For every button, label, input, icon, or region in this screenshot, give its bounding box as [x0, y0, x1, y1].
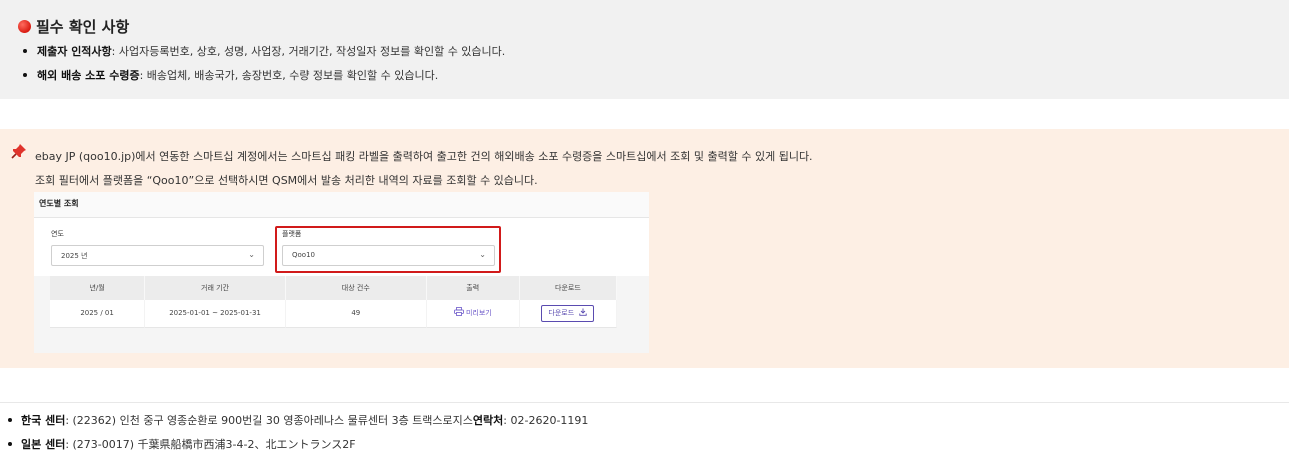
bullet-icon [8, 442, 12, 446]
contact-label: 연락처 [472, 414, 504, 427]
notice-title: 필수 확인 사항 [18, 16, 129, 37]
bullet-icon [8, 418, 12, 422]
contact-value: : 02-2620-1191 [503, 413, 589, 427]
screenshot-header: 연도별 조회 [34, 192, 649, 218]
table-header-row: 년/월 거래 기간 대상 건수 출력 다운로드 [50, 276, 617, 300]
info-text-line-1: ebay JP (qoo10.jp)에서 연동한 스마트십 계정에서는 스마트십… [35, 150, 813, 163]
column-header-period: 거래 기간 [145, 276, 286, 300]
cell-print: 미리보기 [426, 300, 520, 328]
japan-center-label: 일본 센터 [21, 438, 66, 451]
footer-japan-center: 일본 센터 : (273-0017) 千葉県船橋市西浦3-4-2、北エントランス… [8, 436, 356, 452]
info-text-line-2: 조회 필터에서 플랫폼을 “Qoo10”으로 선택하시면 QSM에서 발송 처리… [35, 174, 538, 187]
divider [0, 402, 1289, 403]
notice-item-text: : 배송업체, 배송국가, 송장번호, 수량 정보를 확인할 수 있습니다. [139, 69, 439, 82]
preview-link[interactable]: 미리보기 [453, 307, 492, 317]
required-notice-section: 필수 확인 사항 제출자 인적사항 : 사업자등록번호, 상호, 성명, 사업장… [0, 0, 1289, 99]
cell-month: 2025 / 01 [50, 300, 146, 328]
notice-item-submitter: 제출자 인적사항 : 사업자등록번호, 상호, 성명, 사업장, 거래기간, 작… [23, 43, 505, 59]
year-select[interactable]: 2025 년 ⌄ [51, 245, 264, 266]
preview-label: 미리보기 [465, 309, 492, 317]
screenshot-header-title: 연도별 조회 [39, 199, 79, 208]
cell-period: 2025-01-01 ~ 2025-01-31 [145, 300, 286, 328]
column-header-download: 다운로드 [519, 276, 617, 300]
notice-item-label: 해외 배송 소포 수령증 [37, 69, 140, 82]
japan-center-address: : (273-0017) 千葉県船橋市西浦3-4-2、北エントランス2F [65, 438, 356, 451]
notice-item-receipt: 해외 배송 소포 수령증 : 배송업체, 배송국가, 송장번호, 수량 정보를 … [23, 67, 438, 83]
column-header-month: 년/월 [50, 276, 146, 300]
notice-title-text: 필수 확인 사항 [36, 18, 130, 36]
highlight-box [275, 226, 501, 273]
red-circle-icon [18, 20, 31, 33]
yearly-table: 년/월 거래 기간 대상 건수 출력 다운로드 2025 / 01 2025-0… [50, 276, 617, 328]
year-select-value: 2025 년 [61, 252, 88, 260]
download-label: 다운로드 [548, 308, 575, 317]
notice-item-label: 제출자 인적사항 [37, 45, 112, 58]
cell-download: 다운로드 [519, 300, 617, 328]
korea-center-address: : (22362) 인천 중구 영종순환로 900번길 30 영종아레나스 물류… [65, 414, 473, 427]
download-icon [579, 308, 588, 316]
download-button[interactable]: 다운로드 [541, 304, 595, 322]
column-header-count: 대상 건수 [285, 276, 427, 300]
pushpin-icon [11, 144, 26, 159]
embedded-screenshot: 연도별 조회 연도 2025 년 ⌄ 플랫폼 Qoo10 ⌄ 년/월 거래 기간… [34, 192, 649, 353]
column-header-print: 출력 [426, 276, 520, 300]
table-row: 2025 / 01 2025-01-01 ~ 2025-01-31 49 미리보… [50, 300, 617, 328]
printer-icon [453, 307, 464, 316]
chevron-down-icon: ⌄ [248, 250, 255, 259]
korea-center-label: 한국 센터 [21, 414, 66, 427]
notice-item-text: : 사업자등록번호, 상호, 성명, 사업장, 거래기간, 작성일자 정보를 확… [111, 45, 506, 58]
bullet-icon [23, 73, 27, 77]
bullet-icon [23, 49, 27, 53]
cell-count: 49 [285, 300, 427, 328]
year-label: 연도 [51, 230, 64, 238]
footer-korea-center: 한국 센터 : (22362) 인천 중구 영종순환로 900번길 30 영종아… [8, 412, 588, 428]
info-box: ebay JP (qoo10.jp)에서 연동한 스마트십 계정에서는 스마트십… [0, 129, 1289, 368]
